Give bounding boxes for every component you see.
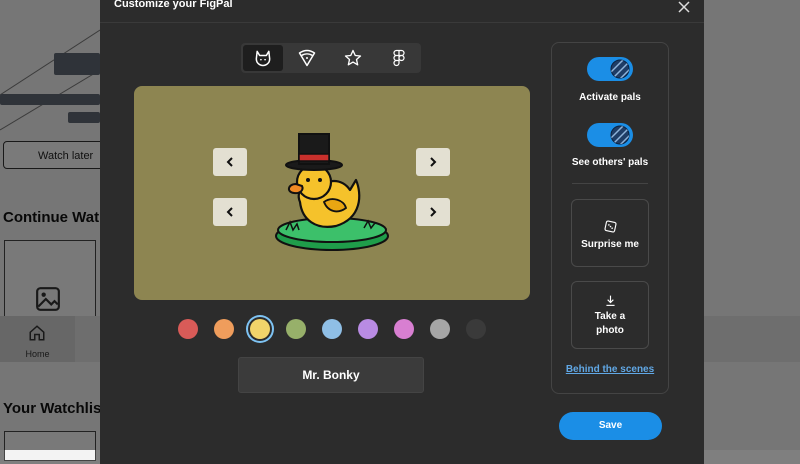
close-icon[interactable]	[676, 0, 692, 15]
pal-name-field[interactable]: Mr. Bonky	[238, 357, 424, 393]
save-button[interactable]: Save	[559, 412, 662, 440]
swatch-purple[interactable]	[358, 319, 378, 339]
dialog-title: Customize your FigPal	[114, 0, 233, 10]
chevron-right-icon	[430, 207, 437, 217]
download-icon	[606, 295, 615, 306]
cat-face-icon	[255, 50, 271, 67]
take-photo-button[interactable]: Take a photo	[571, 281, 649, 349]
pal-preview-stage	[134, 86, 530, 300]
behind-the-scenes-link[interactable]: Behind the scenes	[552, 364, 668, 375]
dice-icon	[604, 220, 617, 233]
swatch-blue[interactable]	[322, 319, 342, 339]
tab-figma[interactable]	[379, 45, 419, 71]
color-swatches	[176, 317, 496, 341]
customize-figpal-dialog: Customize your FigPal Mr. Bonky Activate…	[100, 0, 704, 464]
tab-favorites[interactable]	[333, 45, 373, 71]
tab-character[interactable]	[243, 45, 283, 71]
chevron-left-icon	[226, 207, 233, 217]
swatch-pink[interactable]	[394, 319, 414, 339]
activate-pals-label: Activate pals	[579, 92, 641, 103]
duck-pal-illustration	[275, 133, 389, 251]
swatch-orange[interactable]	[214, 319, 234, 339]
activate-pals-toggle[interactable]	[587, 57, 633, 81]
see-others-pals-label: See others' pals	[571, 157, 649, 168]
surprise-me-button[interactable]: Surprise me	[571, 199, 649, 267]
figma-logo-icon	[393, 49, 405, 67]
swatch-red[interactable]	[178, 319, 198, 339]
pizza-slice-icon	[298, 49, 316, 67]
take-photo-label-line1: Take a	[594, 311, 626, 322]
swatch-charcoal[interactable]	[466, 319, 486, 339]
toggle-knob-icon	[610, 59, 630, 79]
star-icon	[344, 49, 362, 66]
chevron-right-icon	[430, 157, 437, 167]
surprise-me-label: Surprise me	[581, 239, 639, 250]
settings-panel: Activate pals See others' pals Surprise …	[551, 42, 669, 394]
hat-next-button[interactable]	[416, 148, 450, 176]
toggle-knob-icon	[610, 125, 630, 145]
see-others-pals-toggle[interactable]	[587, 123, 633, 147]
base-prev-button[interactable]	[213, 198, 247, 226]
swatch-yellow[interactable]	[250, 319, 270, 339]
chevron-left-icon	[226, 157, 233, 167]
take-photo-label-line2: photo	[596, 325, 624, 336]
swatch-gray[interactable]	[430, 319, 450, 339]
swatch-green[interactable]	[286, 319, 306, 339]
base-next-button[interactable]	[416, 198, 450, 226]
hat-prev-button[interactable]	[213, 148, 247, 176]
category-tabs	[241, 43, 421, 73]
tab-accessories[interactable]	[287, 45, 327, 71]
panel-divider	[572, 183, 648, 184]
dialog-header: Customize your FigPal	[100, 0, 704, 23]
